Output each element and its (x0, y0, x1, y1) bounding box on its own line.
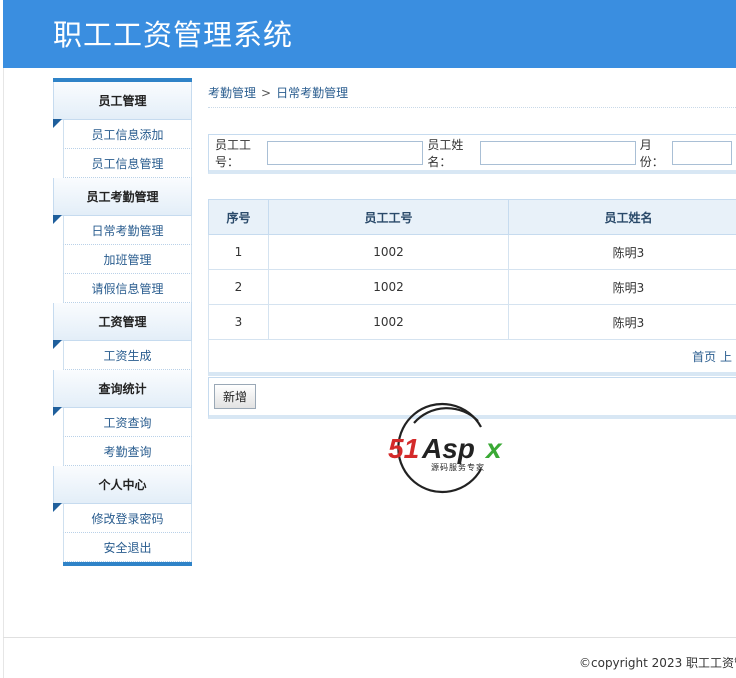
cell-index: 1 (208, 234, 269, 270)
cell-index: 2 (208, 269, 269, 305)
breadcrumb-separator: > (261, 85, 272, 100)
footer-divider (3, 637, 736, 638)
attendance-table: 序号 员工工号 员工姓名 1 1002 陈明3 2 1002 陈明3 3 100… (208, 199, 736, 376)
table-row[interactable]: 2 1002 陈明3 (208, 269, 736, 305)
column-header-emp-no[interactable]: 员工工号 (268, 199, 509, 235)
watermark-logo: 51 Asp x 源码服务专家 (388, 402, 503, 494)
column-header-index[interactable]: 序号 (208, 199, 269, 235)
sidebar-item-generate-salary[interactable]: 工资生成 (53, 340, 192, 370)
column-header-emp-name[interactable]: 员工姓名 (508, 199, 736, 235)
pager: 首页 上 (208, 340, 736, 376)
breadcrumb-current: 日常考勤管理 (276, 86, 349, 100)
cell-index: 3 (208, 304, 269, 340)
cell-emp-no: 1002 (268, 234, 509, 270)
cell-emp-no: 1002 (268, 304, 509, 340)
emp-no-input[interactable] (267, 140, 424, 165)
cell-emp-no: 1002 (268, 269, 509, 305)
sidebar-bottom-bar (63, 562, 192, 566)
emp-name-label: 员工姓名： (427, 137, 464, 169)
svg-text:51: 51 (388, 433, 419, 464)
table-header-row: 序号 员工工号 员工姓名 (208, 199, 736, 235)
cell-emp-name: 陈明3 (508, 269, 736, 305)
sidebar-group-salary[interactable]: 工资管理 (53, 303, 192, 341)
sidebar-item-change-password[interactable]: 修改登录密码 (53, 503, 192, 533)
sidebar-group-employee[interactable]: 员工管理 (53, 82, 192, 120)
breadcrumb: 考勤管理 > 日常考勤管理 (208, 78, 736, 108)
svg-text:x: x (484, 433, 503, 464)
svg-text:Asp: Asp (421, 433, 475, 464)
month-input[interactable] (671, 140, 732, 165)
sidebar-group-attendance[interactable]: 员工考勤管理 (53, 178, 192, 216)
emp-no-label: 员工工号： (215, 137, 252, 169)
table-row[interactable]: 3 1002 陈明3 (208, 304, 736, 340)
pager-links[interactable]: 首页 上 (692, 350, 732, 364)
sidebar-item-daily-attendance[interactable]: 日常考勤管理 (53, 215, 192, 245)
add-button[interactable]: 新增 (214, 384, 257, 409)
emp-name-input[interactable] (479, 140, 636, 165)
sidebar-item-attendance-query[interactable]: 考勤查询 (63, 437, 192, 466)
watermark-tagline: 源码服务专家 (431, 462, 485, 472)
sidebar-item-logout[interactable]: 安全退出 (63, 533, 192, 562)
search-bar: 员工工号： 员工姓名： 月份： (208, 134, 736, 174)
cell-emp-name: 陈明3 (508, 304, 736, 340)
sidebar-item-manage-employee[interactable]: 员工信息管理 (63, 149, 192, 178)
cell-emp-name: 陈明3 (508, 234, 736, 270)
table-row[interactable]: 1 1002 陈明3 (208, 234, 736, 270)
breadcrumb-parent[interactable]: 考勤管理 (208, 84, 256, 101)
app-header: 职工工资管理系统 (3, 0, 736, 68)
sidebar-item-overtime[interactable]: 加班管理 (63, 245, 192, 274)
sidebar-group-profile[interactable]: 个人中心 (53, 466, 192, 504)
watermark-logo-emblem: 51 Asp x (388, 402, 503, 494)
main-content: 考勤管理 > 日常考勤管理 员工工号： 员工姓名： 月份： 序号 员工工号 员工… (208, 78, 736, 419)
month-label: 月份： (639, 137, 664, 169)
sidebar-item-leave[interactable]: 请假信息管理 (63, 274, 192, 303)
sidebar-nav: 员工管理 员工信息添加 员工信息管理 员工考勤管理 日常考勤管理 加班管理 请假… (53, 78, 192, 566)
sidebar-item-salary-query[interactable]: 工资查询 (53, 407, 192, 437)
app-title: 职工工资管理系统 (53, 18, 294, 52)
sidebar-item-add-employee[interactable]: 员工信息添加 (53, 119, 192, 149)
sidebar-group-query[interactable]: 查询统计 (53, 370, 192, 408)
footer-copyright: ©copyright 2023 职工工资管 (579, 656, 736, 670)
